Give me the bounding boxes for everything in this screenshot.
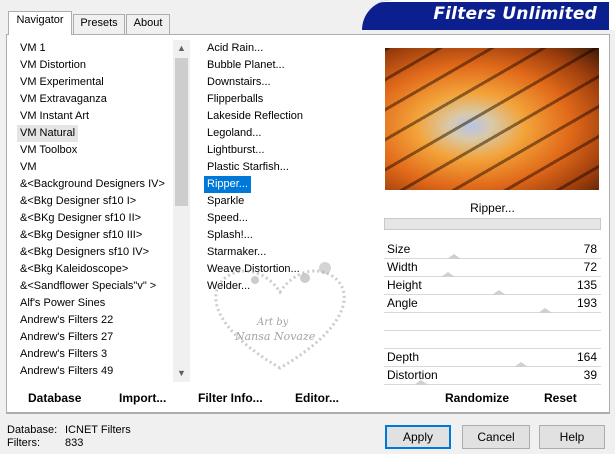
category-list[interactable]: VM 1 VM Distortion VM Experimental VM Extra…: [17, 40, 173, 382]
category-item[interactable]: VM Extravaganza: [17, 91, 173, 108]
tab-navigator[interactable]: Navigator: [8, 11, 72, 35]
category-item[interactable]: &<Background Designers IV>: [17, 176, 173, 193]
reset-button[interactable]: Reset: [544, 391, 577, 405]
editor-button[interactable]: Editor...: [295, 391, 339, 405]
category-item[interactable]: Andrew's Filters 49: [17, 363, 173, 380]
slider-value: 72: [583, 260, 597, 274]
tab-presets[interactable]: Presets: [73, 14, 125, 34]
parameter-slider[interactable]: Depth 164: [384, 349, 601, 367]
watermark-text-1: Art by: [256, 317, 289, 328]
category-item[interactable]: &<Bkg Designer sf10 I>: [17, 193, 173, 210]
category-item[interactable]: Alf's Power Sines: [17, 295, 173, 312]
slider-label: Size: [387, 242, 411, 256]
category-item[interactable]: &<BKg Designer sf10 II>: [17, 210, 173, 227]
help-button[interactable]: Help: [539, 425, 605, 449]
category-item[interactable]: VM Natural: [17, 125, 79, 142]
filter-item[interactable]: Plastic Starfish...: [204, 159, 376, 176]
category-item[interactable]: &<Bkg Designers sf10 IV>: [17, 244, 173, 261]
filter-item[interactable]: Splash!...: [204, 227, 376, 244]
category-item[interactable]: &<Bkg Designer sf10 III>: [17, 227, 173, 244]
scroll-thumb[interactable]: [175, 58, 188, 206]
brand-banner: Filters Unlimited: [362, 0, 615, 30]
preview-progress-bar: [384, 218, 601, 230]
filter-item[interactable]: Ripper...: [204, 176, 251, 193]
brand-title: Filters Unlimited: [433, 4, 597, 24]
status-database-label: Database:: [7, 424, 58, 436]
filter-item[interactable]: Downstairs...: [204, 74, 376, 91]
filter-item[interactable]: Legoland...: [204, 125, 376, 142]
cancel-button[interactable]: Cancel: [462, 425, 530, 449]
category-item[interactable]: VM: [17, 159, 173, 176]
apply-button[interactable]: Apply: [385, 425, 451, 449]
slider-value: 39: [583, 368, 597, 382]
parameter-slider[interactable]: Angle 193: [384, 295, 601, 313]
status-filters-label: Filters:: [7, 437, 40, 449]
filter-item[interactable]: Acid Rain...: [204, 40, 376, 57]
slider-value: 164: [576, 350, 597, 364]
database-button[interactable]: Database: [28, 391, 81, 405]
slider-value: 193: [576, 296, 597, 310]
watermark-text-2: Nansa Novaze: [234, 330, 316, 343]
category-item[interactable]: VM Instant Art: [17, 108, 173, 125]
category-item[interactable]: Andrew's Filters 3: [17, 346, 173, 363]
tab-about[interactable]: About: [126, 14, 170, 34]
category-scrollbar[interactable]: ▲ ▼: [173, 40, 190, 382]
parameter-slider[interactable]: [384, 331, 601, 349]
slider-knob[interactable]: [414, 380, 429, 385]
slider-label: Height: [387, 278, 422, 292]
category-item[interactable]: VM Experimental: [17, 74, 173, 91]
import-button[interactable]: Import...: [119, 391, 166, 405]
category-item[interactable]: VM Distortion: [17, 57, 173, 74]
randomize-button[interactable]: Randomize: [445, 391, 509, 405]
parameter-slider[interactable]: [384, 313, 601, 331]
slider-label: Width: [387, 260, 418, 274]
preview-image: [385, 48, 599, 190]
filter-item[interactable]: Lightburst...: [204, 142, 376, 159]
filter-item[interactable]: Flipperballs: [204, 91, 376, 108]
preview-filter-name: Ripper...: [470, 201, 515, 215]
filter-info-button[interactable]: Filter Info...: [198, 391, 263, 405]
parameter-slider[interactable]: Size 78: [384, 241, 601, 259]
category-item[interactable]: VM Toolbox: [17, 142, 173, 159]
slider-label: Depth: [387, 350, 420, 364]
filter-item[interactable]: Speed...: [204, 210, 376, 227]
filter-item[interactable]: Lakeside Reflection: [204, 108, 376, 125]
scroll-up-arrow-icon[interactable]: ▲: [173, 40, 190, 57]
parameter-slider[interactable]: Height 135: [384, 277, 601, 295]
footer-divider: [6, 413, 610, 414]
category-item[interactable]: VM 1: [17, 40, 173, 57]
parameter-slider[interactable]: Distortion 39: [384, 367, 601, 385]
slider-value: 78: [583, 242, 597, 256]
category-item[interactable]: Andrew's Filters 27: [17, 329, 173, 346]
status-database-value: ICNET Filters: [65, 424, 131, 436]
category-item[interactable]: &<Sandflower Specials"v" >: [17, 278, 173, 295]
slider-value: 135: [576, 278, 597, 292]
parameter-slider[interactable]: Width 72: [384, 259, 601, 277]
category-item[interactable]: &<Bkg Kaleidoscope>: [17, 261, 173, 278]
filter-item[interactable]: Bubble Planet...: [204, 57, 376, 74]
scroll-down-arrow-icon[interactable]: ▼: [173, 365, 190, 382]
slider-label: Distortion: [387, 368, 438, 382]
status-filters-value: 833: [65, 437, 84, 449]
category-item[interactable]: Andrew's Filters 22: [17, 312, 173, 329]
slider-label: Angle: [387, 296, 418, 310]
filter-item[interactable]: Sparkle: [204, 193, 376, 210]
watermark-heart: Art by Nansa Novaze: [214, 262, 346, 370]
